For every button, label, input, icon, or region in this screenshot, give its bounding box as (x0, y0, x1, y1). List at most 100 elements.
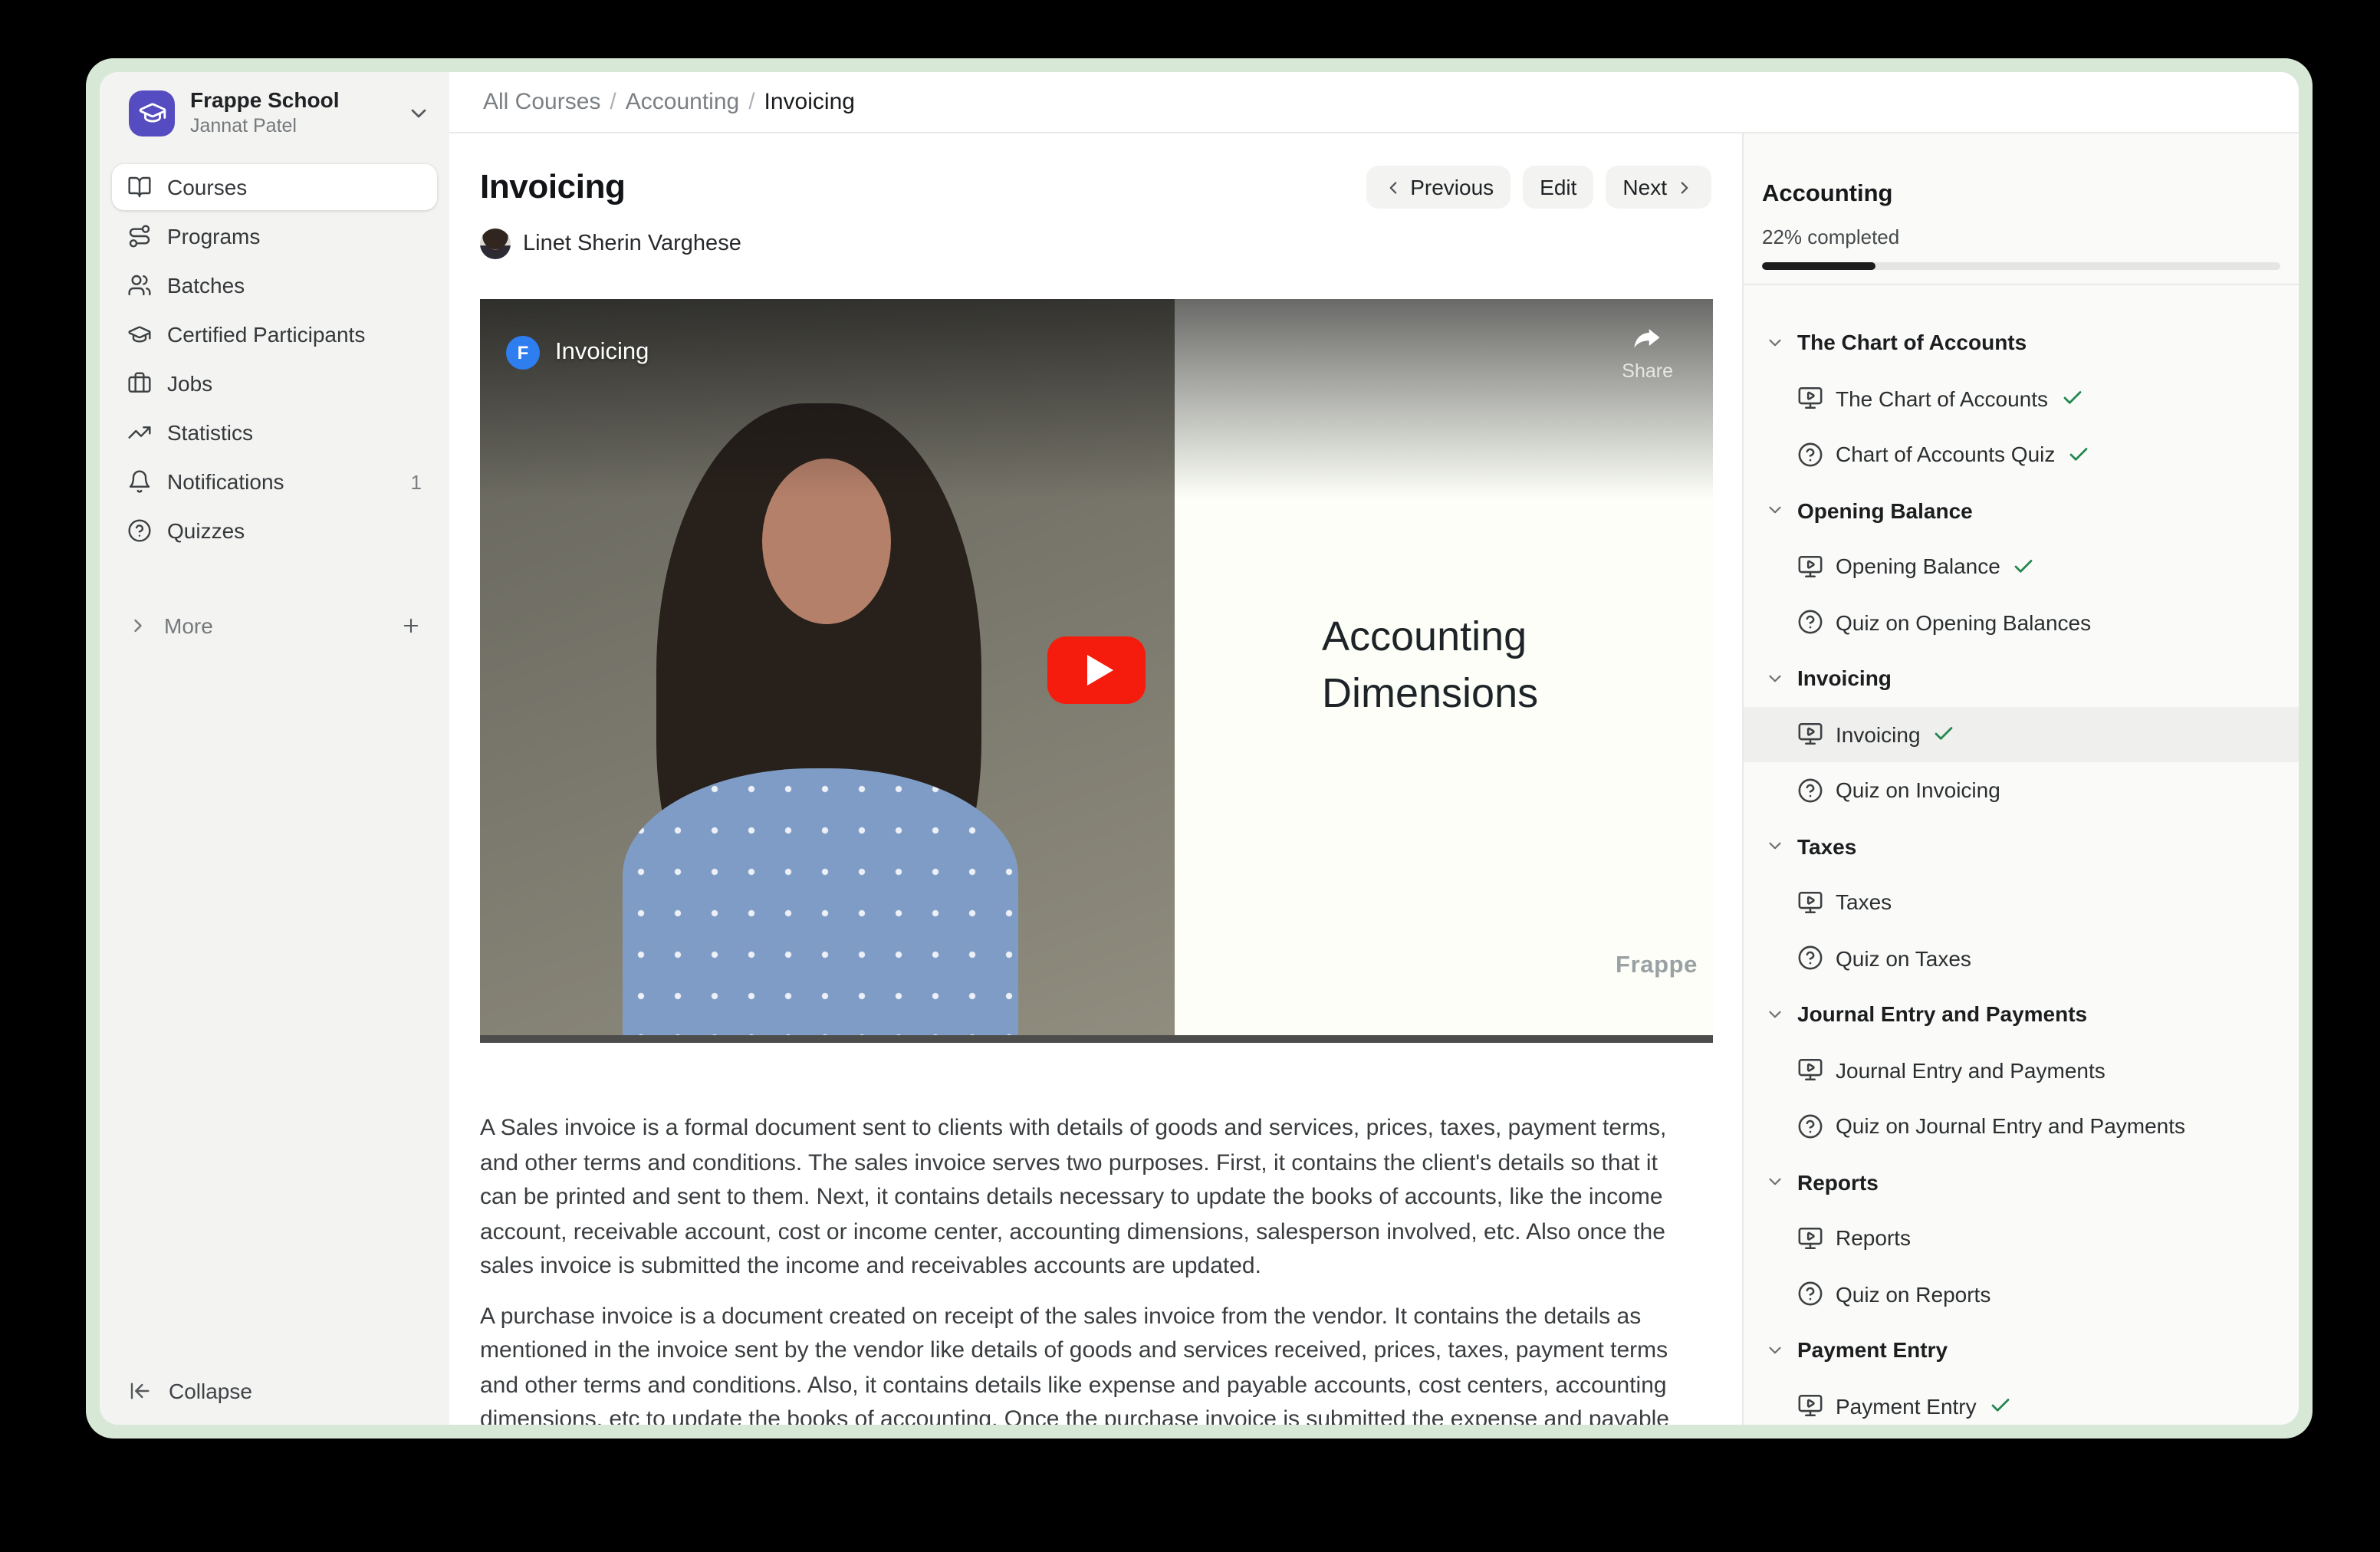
edit-button[interactable]: Edit (1523, 166, 1593, 209)
presenter-face (762, 459, 891, 624)
sidebar-item-label: Certified Participants (167, 322, 365, 347)
outline-section-header[interactable]: Journal Entry and Payments (1744, 986, 2299, 1042)
previous-button[interactable]: Previous (1366, 166, 1511, 209)
outline-item[interactable]: Reports (1744, 1210, 2299, 1266)
outline-section-header[interactable]: Invoicing (1744, 650, 2299, 706)
outline-item-label: Quiz on Taxes (1836, 946, 1971, 971)
outline-item-label: The Chart of Accounts (1836, 386, 2048, 411)
columns: Invoicing Previous Edit Nex (449, 133, 2299, 1425)
monitor-play-icon (1797, 889, 1823, 916)
sidebar-item-programs[interactable]: Programs (112, 213, 437, 259)
monitor-play-icon (1797, 554, 1823, 580)
monitor-play-icon (1797, 1225, 1823, 1251)
chevron-right-icon (1675, 177, 1695, 197)
outline-item-label: Opening Balance (1836, 554, 2000, 579)
briefcase-icon (127, 371, 152, 396)
next-label: Next (1622, 175, 1667, 199)
title-buttons: Previous Edit Next (1366, 166, 1711, 209)
outline-item[interactable]: Quiz on Journal Entry and Payments (1744, 1098, 2299, 1154)
book-open-icon (127, 175, 152, 199)
sidebar-item-courses[interactable]: Courses (112, 164, 437, 210)
collapse-button[interactable]: Collapse (100, 1379, 449, 1425)
video-title[interactable]: Invoicing (555, 339, 649, 367)
sidebar-item-label: Jobs (167, 371, 212, 396)
outline-section-header[interactable]: The Chart of Accounts (1744, 314, 2299, 370)
outline-item-label: Quiz on Reports (1836, 1282, 1990, 1307)
outline-item-current[interactable]: Invoicing (1744, 706, 2299, 762)
author-avatar (480, 229, 511, 259)
next-button[interactable]: Next (1606, 166, 1711, 209)
breadcrumb-separator: / (610, 89, 616, 115)
video-player[interactable]: Accounting Dimensions Frappe F Invoicing… (480, 299, 1713, 1043)
breadcrumb-current: Invoicing (764, 89, 855, 115)
presenter-shirt (623, 768, 1018, 1035)
outline-item-label: Quiz on Invoicing (1836, 778, 2000, 803)
outline-section-title: Reports (1797, 1170, 1879, 1195)
users-icon (127, 273, 152, 298)
sidebar-item-statistics[interactable]: Statistics (112, 409, 437, 455)
slide-title: Accounting Dimensions (1322, 609, 1644, 722)
route-icon (127, 224, 152, 248)
breadcrumb-link-all-courses[interactable]: All Courses (483, 89, 600, 115)
outline-item[interactable]: Taxes (1744, 874, 2299, 930)
monitor-play-icon (1797, 722, 1823, 748)
page-title: Invoicing (480, 167, 626, 207)
outline-section-title: Opening Balance (1797, 498, 1973, 523)
outline-item[interactable]: Quiz on Reports (1744, 1266, 2299, 1322)
monitor-play-icon (1797, 386, 1823, 412)
outline-item[interactable]: Journal Entry and Payments (1744, 1042, 2299, 1098)
outline-item[interactable]: The Chart of Accounts (1744, 370, 2299, 426)
completed-check-icon (2013, 555, 2036, 578)
channel-avatar[interactable]: F (506, 336, 540, 370)
sidebar-item-label: Batches (167, 273, 245, 298)
workspace-switcher[interactable]: Frappe School Jannat Patel (100, 72, 449, 150)
outline-item-label: Payment Entry (1836, 1394, 1977, 1419)
outline-section-header[interactable]: Opening Balance (1744, 482, 2299, 538)
outline-section-title: Journal Entry and Payments (1797, 1002, 2087, 1027)
outline-section-header[interactable]: Taxes (1744, 818, 2299, 874)
sidebar-item-more[interactable]: More (112, 603, 437, 649)
play-icon (1086, 655, 1113, 686)
share-button[interactable]: Share (1622, 322, 1673, 382)
quiz-icon (1797, 945, 1823, 972)
graduation-cap-icon (137, 98, 166, 127)
chevron-down-icon (406, 100, 431, 125)
course-outline: The Chart of Accounts The Chart of Accou… (1744, 285, 2299, 1425)
completed-check-icon (2060, 387, 2083, 410)
course-progress-bar (1762, 262, 2280, 270)
outline-item[interactable]: Quiz on Invoicing (1744, 762, 2299, 818)
completed-check-icon (1933, 723, 1956, 746)
outline-section-header[interactable]: Payment Entry (1744, 1322, 2299, 1378)
play-button[interactable] (1047, 636, 1146, 704)
sidebar-item-jobs[interactable]: Jobs (112, 360, 437, 406)
outline-item-label: Quiz on Opening Balances (1836, 610, 2091, 635)
sidebar-item-quizzes[interactable]: Quizzes (112, 508, 437, 554)
outline-section-header[interactable]: Reports (1744, 1154, 2299, 1210)
outline-item[interactable]: Quiz on Taxes (1744, 930, 2299, 986)
outline-item-label: Chart of Accounts Quiz (1836, 442, 2055, 467)
topbar: All Courses/Accounting/Invoicing (449, 72, 2299, 133)
sidebar-item-notifications[interactable]: Notifications 1 (112, 459, 437, 505)
sidebar-item-certified-participants[interactable]: Certified Participants (112, 311, 437, 357)
course-progress-fill (1762, 262, 1876, 270)
outline-item[interactable]: Chart of Accounts Quiz (1744, 426, 2299, 482)
breadcrumb-link-accounting[interactable]: Accounting (626, 89, 739, 115)
course-panel-header: Accounting 22% completed (1744, 133, 2299, 270)
outline-item[interactable]: Opening Balance (1744, 538, 2299, 594)
sidebar-item-batches[interactable]: Batches (112, 262, 437, 308)
outline-item[interactable]: Quiz on Opening Balances (1744, 594, 2299, 650)
quiz-icon (1797, 1113, 1823, 1139)
outline-section-title: Taxes (1797, 834, 1856, 859)
completed-check-icon (1989, 1395, 2012, 1418)
chevron-down-icon (1765, 1340, 1785, 1360)
frappe-watermark: Frappe (1616, 952, 1698, 980)
help-circle-icon (127, 518, 152, 543)
course-progress-label: 22% completed (1762, 224, 2280, 252)
outline-item[interactable]: Payment Entry (1744, 1378, 2299, 1425)
plus-icon[interactable] (400, 615, 422, 636)
quiz-icon (1797, 442, 1823, 468)
outline-item-label: Journal Entry and Payments (1836, 1058, 2106, 1083)
school-logo (129, 90, 175, 136)
chevron-right-icon (127, 615, 149, 636)
quiz-icon (1797, 1281, 1823, 1307)
